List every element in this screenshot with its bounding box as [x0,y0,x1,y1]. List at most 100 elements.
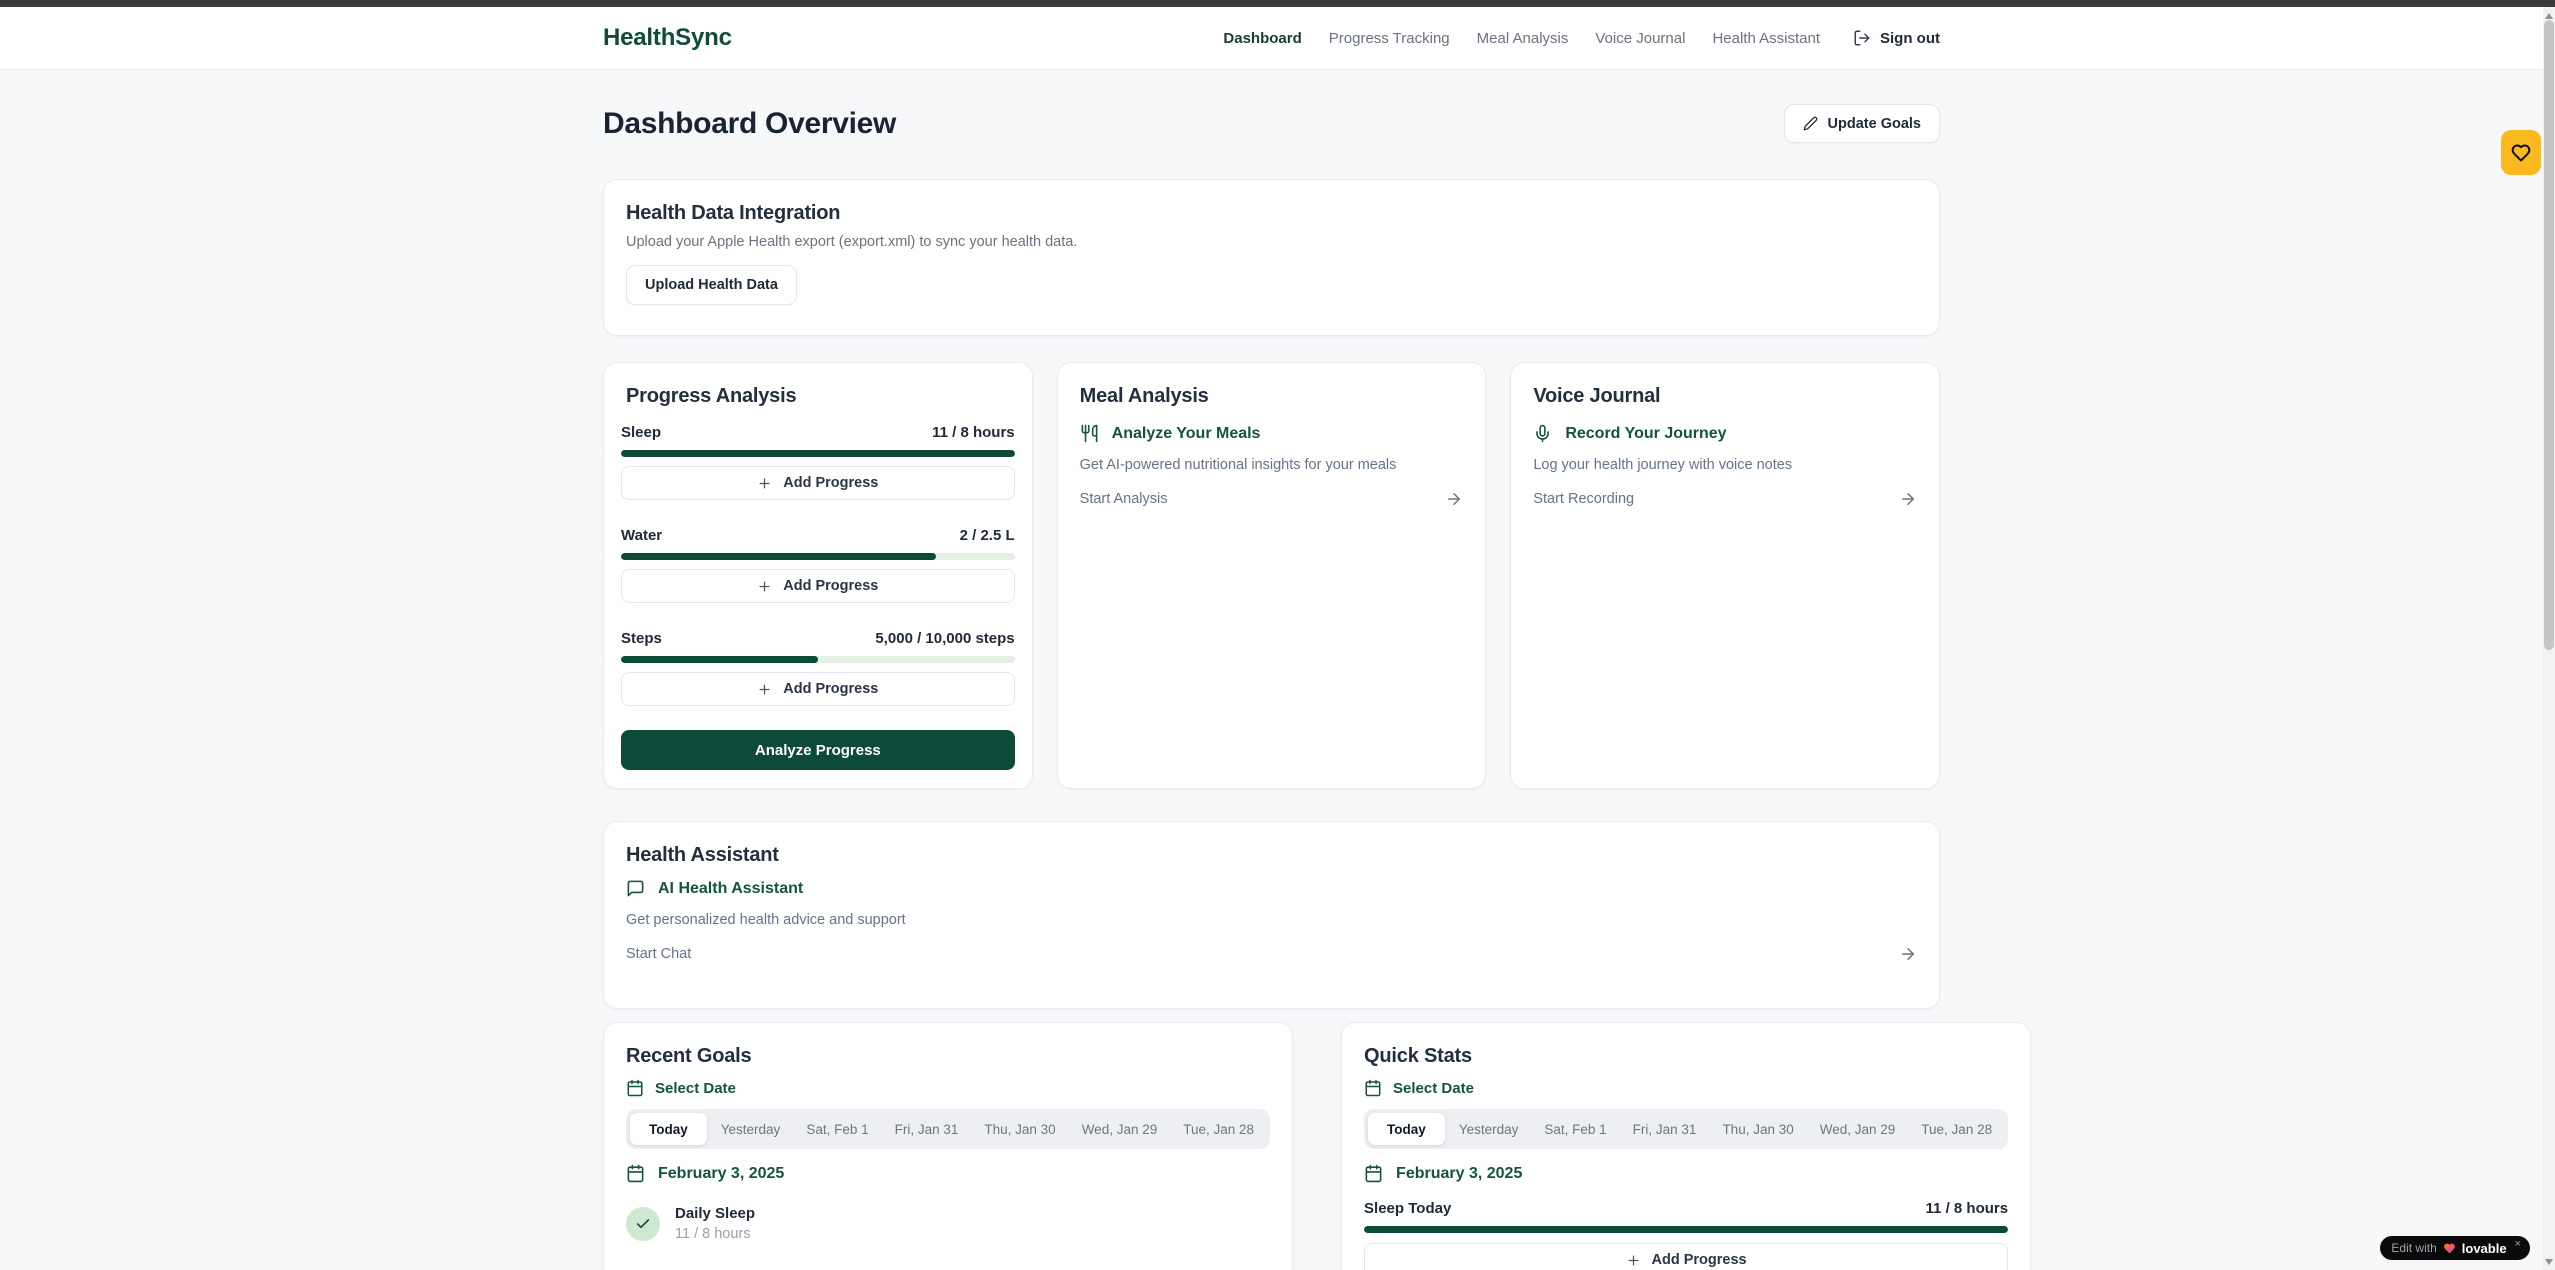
sign-out-button[interactable]: Sign out [1853,29,1940,47]
app-logo[interactable]: HealthSync [603,24,732,52]
add-progress-button[interactable]: Add Progress [621,466,1015,500]
recent-goals-card: Recent Goals Select Date Today Yesterday… [603,1022,1293,1270]
update-goals-button[interactable]: Update Goals [1784,104,1940,143]
date-tab[interactable]: Tue, Jan 28 [1909,1113,2004,1145]
feature-label: AI Health Assistant [658,880,803,898]
update-goals-label: Update Goals [1828,116,1921,132]
voice-description: Log your health journey with voice notes [1533,457,1917,473]
selected-date-button[interactable]: February 3, 2025 [1364,1164,2008,1183]
progress-analysis-card: Progress Analysis Sleep 11 / 8 hours Add… [603,362,1033,789]
lovable-heart-icon [2511,143,2531,163]
stat-value: 11 / 8 hours [1926,1200,2009,1217]
goal-item-daily-sleep: Daily Sleep 11 / 8 hours [626,1205,1270,1242]
health-assistant-card: Health Assistant AI Health Assistant Get… [603,821,1940,1009]
lovable-edit-tab[interactable] [2501,130,2541,175]
browser-top-strip [0,0,2555,7]
add-progress-button[interactable]: Add Progress [621,569,1015,603]
metric-water: Water 2 / 2.5 L Add Progress [621,527,1015,603]
scrollbar[interactable] [2543,7,2555,1270]
date-tab-yesterday[interactable]: Yesterday [709,1113,793,1145]
nav-meal-analysis[interactable]: Meal Analysis [1477,30,1569,47]
main-nav: Dashboard Progress Tracking Meal Analysi… [1223,29,1940,47]
plus-icon [757,579,772,594]
metric-sleep: Sleep 11 / 8 hours Add Progress [621,424,1015,500]
feature-label: Analyze Your Meals [1112,425,1261,443]
nav-dashboard[interactable]: Dashboard [1223,30,1301,47]
date-tab-yesterday[interactable]: Yesterday [1447,1113,1531,1145]
select-date-label: Select Date [1393,1080,1474,1097]
scroll-up-arrow[interactable] [2545,13,2553,19]
add-progress-button[interactable]: Add Progress [621,672,1015,706]
add-progress-button[interactable]: Add Progress [1364,1243,2008,1270]
metric-label: Water [621,527,662,544]
start-recording-link[interactable]: Start Recording [1533,490,1917,508]
progress-bar [621,450,1015,457]
add-progress-label: Add Progress [783,578,878,594]
app-header: HealthSync Dashboard Progress Tracking M… [0,7,2543,70]
date-tab[interactable]: Fri, Jan 31 [883,1113,971,1145]
start-analysis-link[interactable]: Start Analysis [1080,490,1464,508]
analyze-progress-button[interactable]: Analyze Progress [621,730,1015,770]
selected-date-label: February 3, 2025 [658,1165,784,1183]
date-tab[interactable]: Thu, Jan 30 [1710,1113,1805,1145]
calendar-icon [626,1164,645,1183]
edit-with-label: Edit with [2391,1241,2436,1255]
assistant-description: Get personalized health advice and suppo… [626,912,1917,928]
date-tab[interactable]: Fri, Jan 31 [1621,1113,1709,1145]
utensils-icon [1080,424,1099,443]
start-chat-link[interactable]: Start Chat [626,945,1917,963]
date-tab[interactable]: Wed, Jan 29 [1070,1113,1170,1145]
lovable-gradient-heart-icon [2443,1242,2456,1255]
date-tab[interactable]: Sat, Feb 1 [1532,1113,1618,1145]
date-tab-today[interactable]: Today [630,1113,707,1145]
feature-label: Record Your Journey [1565,425,1726,443]
metric-label: Sleep [621,424,661,441]
plus-icon [757,476,772,491]
metric-value: 11 / 8 hours [932,424,1015,441]
action-label: Start Recording [1533,491,1634,507]
scroll-down-arrow[interactable] [2545,1259,2553,1265]
analyze-your-meals-link[interactable]: Analyze Your Meals [1080,424,1464,443]
date-tab[interactable]: Wed, Jan 29 [1808,1113,1908,1145]
date-tab[interactable]: Tue, Jan 28 [1171,1113,1266,1145]
add-progress-label: Add Progress [783,681,878,697]
meal-analysis-title: Meal Analysis [1080,385,1464,408]
pencil-icon [1803,116,1818,131]
arrow-right-icon [1445,490,1463,508]
quick-stats-title: Quick Stats [1364,1045,2008,1068]
date-tab-today[interactable]: Today [1368,1113,1445,1145]
quick-stats-card: Quick Stats Select Date Today Yesterday … [1341,1022,2031,1270]
meal-description: Get AI-powered nutritional insights for … [1080,457,1464,473]
message-square-icon [626,879,645,898]
upload-health-data-button[interactable]: Upload Health Data [626,265,797,305]
health-data-title: Health Data Integration [626,202,1917,225]
metric-value: 5,000 / 10,000 steps [875,630,1014,647]
date-tabs: Today Yesterday Sat, Feb 1 Fri, Jan 31 T… [1364,1109,2008,1149]
selected-date-button[interactable]: February 3, 2025 [626,1164,1270,1183]
metric-value: 2 / 2.5 L [960,527,1015,544]
edit-with-lovable-badge[interactable]: Edit with lovable × [2380,1236,2530,1260]
scrollbar-thumb[interactable] [2544,20,2554,650]
progress-bar [1364,1226,2008,1233]
progress-bar [621,553,1015,560]
date-tab[interactable]: Thu, Jan 30 [972,1113,1067,1145]
metric-steps: Steps 5,000 / 10,000 steps Add Progress [621,630,1015,706]
metric-label: Steps [621,630,662,647]
date-tabs: Today Yesterday Sat, Feb 1 Fri, Jan 31 T… [626,1109,1270,1149]
select-date-button[interactable]: Select Date [1364,1079,2008,1097]
meal-analysis-card: Meal Analysis Analyze Your Meals Get AI-… [1057,362,1487,789]
progress-analysis-title: Progress Analysis [621,385,1015,408]
close-icon[interactable]: × [2515,1238,2521,1250]
action-label: Start Analysis [1080,491,1168,507]
goal-name: Daily Sleep [675,1205,755,1222]
ai-health-assistant-link[interactable]: AI Health Assistant [626,879,1917,898]
health-assistant-title: Health Assistant [626,844,1917,867]
nav-health-assistant[interactable]: Health Assistant [1712,30,1820,47]
select-date-button[interactable]: Select Date [626,1079,1270,1097]
check-icon [626,1207,660,1241]
nav-progress-tracking[interactable]: Progress Tracking [1329,30,1450,47]
date-tab[interactable]: Sat, Feb 1 [794,1113,880,1145]
nav-voice-journal[interactable]: Voice Journal [1595,30,1685,47]
log-out-icon [1853,29,1871,47]
record-your-journey-link[interactable]: Record Your Journey [1533,424,1917,443]
